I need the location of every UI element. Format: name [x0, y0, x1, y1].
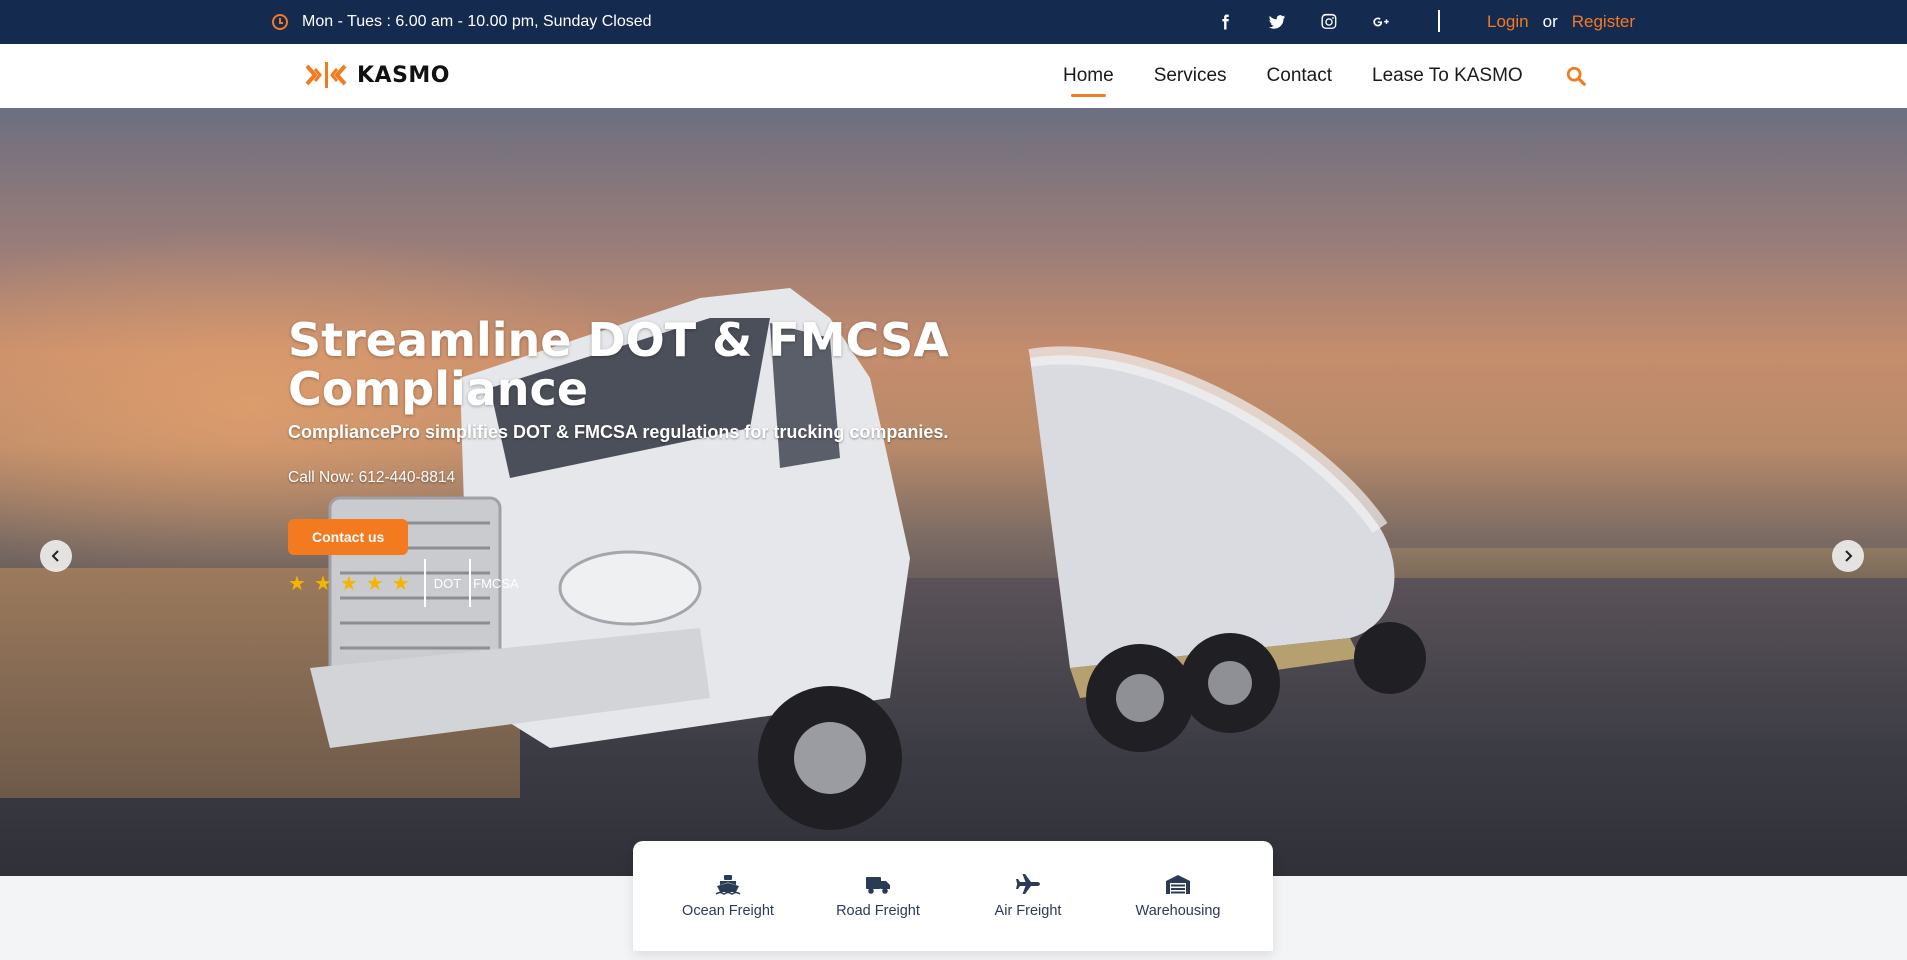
star-icon: ★: [391, 572, 410, 595]
nav-menu: Home Services Contact Lease To KASMO: [1063, 44, 1523, 108]
nav-link-services[interactable]: Services: [1154, 65, 1227, 87]
hero-slider: Streamline DOT & FMCSA Compliance Compli…: [0, 108, 1907, 876]
nav-link-lease[interactable]: Lease To KASMO: [1372, 65, 1523, 87]
logo-text: KASMO: [357, 62, 451, 88]
star-icon: ★: [288, 572, 306, 595]
service-label: Warehousing: [1135, 903, 1221, 919]
star-icon: ★: [339, 572, 358, 595]
auth-links: Login or Register: [1487, 0, 1635, 44]
service-road-freight[interactable]: Road Freight: [808, 873, 948, 919]
hero-content: Streamline DOT & FMCSA Compliance Compli…: [288, 316, 988, 609]
hero-title: Streamline DOT & FMCSA Compliance: [288, 316, 988, 414]
service-label: Air Freight: [994, 903, 1062, 919]
nav-link-contact[interactable]: Contact: [1267, 65, 1332, 87]
slider-prev-button[interactable]: [40, 540, 72, 572]
service-ocean-freight[interactable]: Ocean Freight: [658, 873, 798, 919]
star-rating: ★ ★ ★ ★ ★: [288, 571, 424, 596]
clock-icon: [272, 14, 288, 30]
chevron-left-icon: [51, 550, 59, 562]
social-links: [1214, 0, 1392, 44]
business-hours-text: Mon - Tues : 6.00 am - 10.00 pm, Sunday …: [302, 13, 652, 30]
register-link[interactable]: Register: [1572, 12, 1635, 32]
truck-icon: [866, 877, 890, 894]
google-plus-icon[interactable]: [1370, 13, 1392, 31]
hero-title-line1: Streamline DOT & FMCSA: [288, 313, 949, 367]
plane-icon: [1016, 874, 1040, 894]
service-air-freight[interactable]: Air Freight: [958, 873, 1098, 919]
facebook-icon[interactable]: [1214, 13, 1236, 31]
badge-dot: DOT: [433, 575, 462, 591]
service-warehousing[interactable]: Warehousing: [1108, 873, 1248, 919]
chevron-right-icon: [1845, 550, 1853, 562]
contact-us-button[interactable]: Contact us: [288, 519, 409, 555]
service-label: Ocean Freight: [682, 903, 774, 919]
top-bar: Mon - Tues : 6.00 am - 10.00 pm, Sunday …: [0, 0, 1907, 44]
services-card: Ocean Freight Road Freight Air Freight W…: [633, 841, 1273, 951]
business-hours: Mon - Tues : 6.00 am - 10.00 pm, Sunday …: [272, 0, 652, 44]
or-text: or: [1542, 12, 1558, 31]
main-navbar: KASMO Home Services Contact Lease To KAS…: [0, 44, 1907, 108]
logo-icon: [305, 62, 347, 88]
ship-icon: [715, 875, 741, 895]
topbar-divider: [1438, 10, 1440, 32]
star-icon: ★: [365, 572, 384, 595]
slider-next-button[interactable]: [1832, 540, 1864, 572]
service-label: Road Freight: [836, 903, 920, 919]
hero-subtitle: CompliancePro simplifies DOT & FMCSA reg…: [288, 422, 949, 442]
badge-fmcsa: FMCSA: [473, 575, 519, 591]
star-icon: ★: [313, 572, 332, 595]
warehouse-icon: [1166, 875, 1190, 894]
logo[interactable]: KASMO: [305, 60, 450, 90]
search-icon[interactable]: [1565, 65, 1587, 87]
hero-call-now: Call Now: 612-440-8814: [288, 469, 456, 486]
login-link[interactable]: Login: [1487, 12, 1529, 32]
nav-link-home[interactable]: Home: [1063, 65, 1114, 97]
rating-badges: ★ ★ ★ ★ ★ DOT FMCSA: [288, 557, 988, 609]
twitter-icon[interactable]: [1266, 13, 1288, 31]
instagram-icon[interactable]: [1318, 13, 1340, 31]
hero-title-line2: Compliance: [288, 362, 589, 416]
